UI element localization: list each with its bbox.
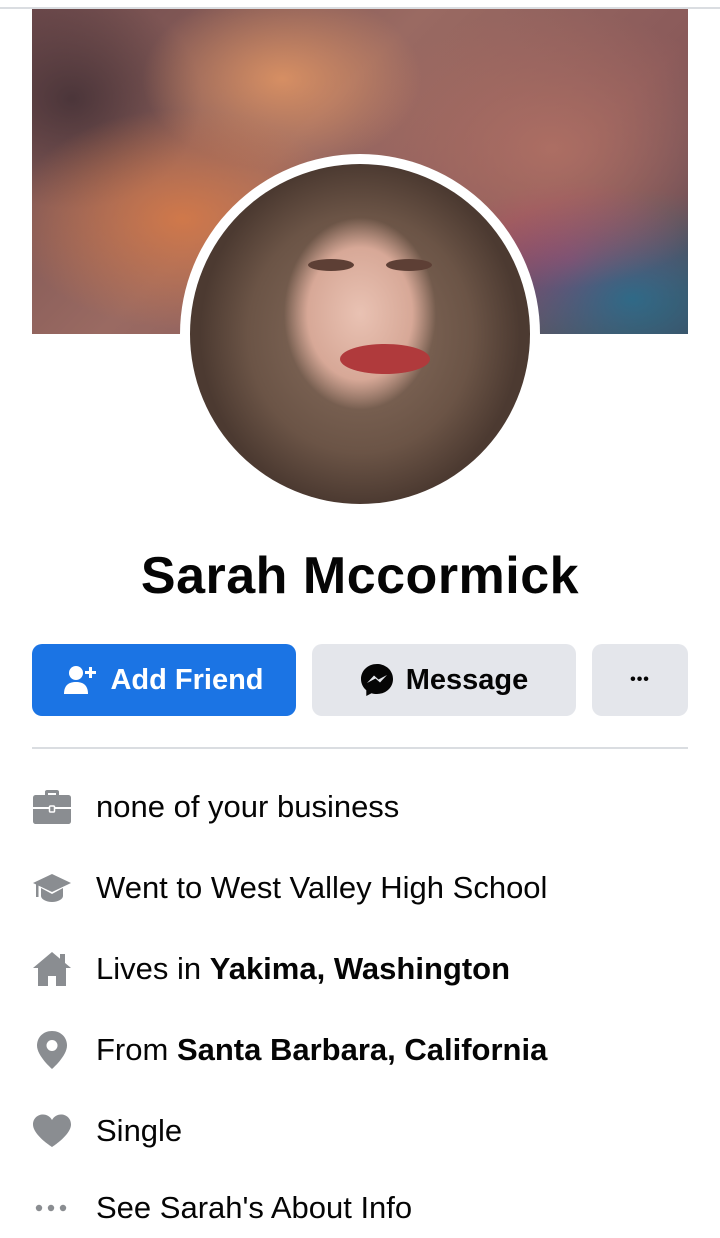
- info-work: none of your business: [32, 777, 688, 837]
- home-icon: [32, 949, 72, 989]
- message-button[interactable]: Message: [312, 644, 576, 716]
- profile-picture[interactable]: [190, 164, 530, 504]
- add-friend-button[interactable]: Add Friend: [32, 644, 296, 716]
- messenger-icon: [360, 663, 394, 697]
- message-label: Message: [405, 663, 529, 696]
- info-work-text: none of your business: [96, 789, 400, 824]
- info-from-place[interactable]: Santa Barbara, California: [177, 1032, 547, 1067]
- info-from[interactable]: From Santa Barbara, California: [32, 1020, 688, 1080]
- info-lives-in[interactable]: Lives in Yakima, Washington: [32, 939, 688, 999]
- location-pin-icon: [32, 1030, 72, 1070]
- info-lives-prefix: Lives in: [96, 951, 210, 986]
- avatar-detail: [340, 344, 430, 374]
- person-add-icon: [64, 664, 98, 696]
- avatar-detail: [308, 259, 354, 271]
- profile-name: Sarah Mccormick: [140, 547, 580, 605]
- info-education-text: Went to West Valley High School: [96, 870, 548, 905]
- more-dots-icon: •••: [630, 671, 650, 688]
- briefcase-icon: [32, 787, 72, 827]
- see-about-info-text: See Sarah's About Info: [96, 1190, 413, 1225]
- section-divider: [32, 747, 688, 749]
- info-relationship-text: Single: [96, 1113, 183, 1148]
- more-dots-icon: [32, 1188, 72, 1228]
- info-lives-place[interactable]: Yakima, Washington: [210, 951, 510, 986]
- heart-icon: [32, 1111, 72, 1151]
- info-education: Went to West Valley High School: [32, 858, 688, 918]
- add-friend-label: Add Friend: [110, 663, 264, 696]
- avatar-detail: [386, 259, 432, 271]
- graduation-cap-icon: [32, 868, 72, 908]
- info-from-prefix: From: [96, 1032, 177, 1067]
- see-about-info-link[interactable]: See Sarah's About Info: [32, 1178, 688, 1238]
- info-relationship: Single: [32, 1101, 688, 1161]
- more-options-button[interactable]: •••: [592, 644, 688, 716]
